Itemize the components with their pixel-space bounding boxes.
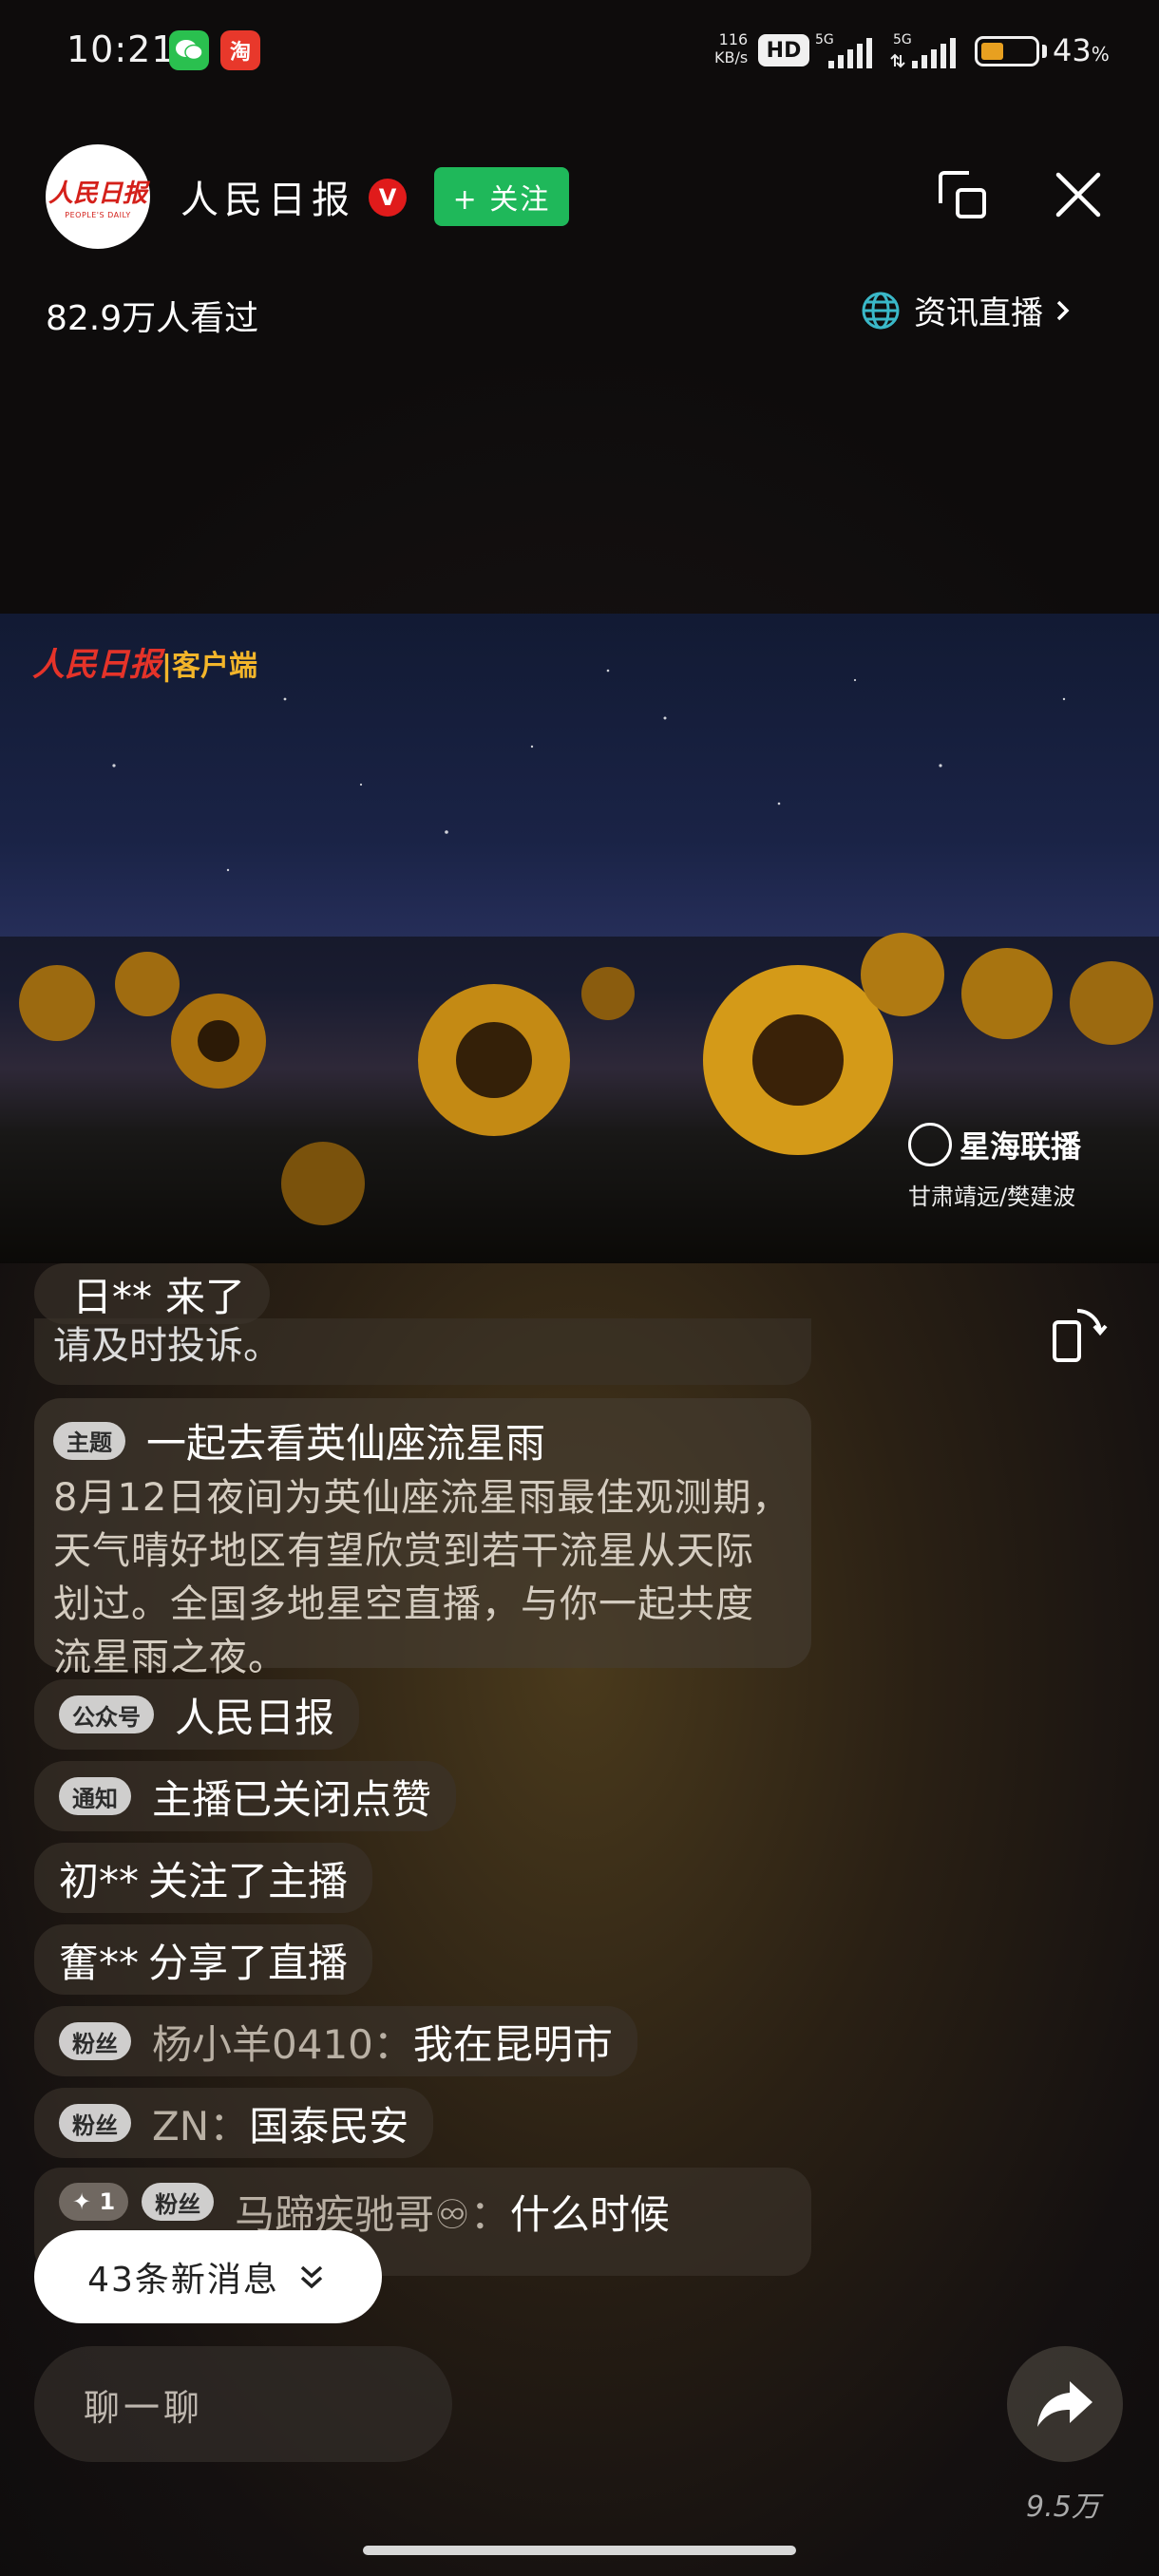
follow-button[interactable]: + 关注 xyxy=(434,167,569,226)
signal-5g-icon: 5G xyxy=(815,32,878,76)
mini-window-icon[interactable] xyxy=(931,163,994,226)
topic-tag: 主题 xyxy=(53,1421,125,1460)
battery-tip xyxy=(1042,45,1047,58)
status-bar: 10:21 淘 116 KB/s HD 5G 5G 43% xyxy=(0,0,1159,104)
viewer-count: 82.9万人看过 xyxy=(46,299,259,338)
svg-text:5G: 5G xyxy=(893,32,912,47)
topic-card: 主题 一起去看英仙座流星雨 8月12日夜间为英仙座流星雨最佳观测期，天气晴好地区… xyxy=(34,1398,811,1679)
level-badge: ✦ 1 xyxy=(59,2183,129,2221)
taobao-icon: 淘 xyxy=(220,30,260,70)
chat-message: 通知 主播已关闭点赞 xyxy=(34,1761,457,1831)
watermark-credit: 甘肃靖远/樊建波 xyxy=(908,1184,1076,1210)
fan-tag: 粉丝 xyxy=(142,2183,215,2221)
xinghai-logo-icon xyxy=(908,1123,952,1166)
verified-badge: V xyxy=(369,179,407,217)
chat-message: 奮** 分享了直播 xyxy=(34,1924,373,1995)
topic-title: 一起去看英仙座流星雨 xyxy=(146,1420,546,1467)
wechat-icon xyxy=(169,30,209,70)
notice-tag: 通知 xyxy=(59,1777,131,1815)
battery-icon xyxy=(975,36,1039,66)
official-account-tag: 公众号 xyxy=(59,1695,154,1733)
chat-input[interactable]: 聊一聊 xyxy=(34,2346,452,2462)
hd-badge: HD xyxy=(758,34,809,66)
channel-link[interactable]: 资讯直播 xyxy=(861,287,1075,333)
chat-message: 初** 关注了主播 xyxy=(34,1843,373,1913)
battery-percent: 43% xyxy=(1053,32,1110,68)
rotate-screen-icon[interactable] xyxy=(1049,1301,1108,1364)
close-icon[interactable] xyxy=(1047,163,1110,226)
chevron-right-icon xyxy=(1056,300,1070,320)
avatar-subtitle: PEOPLE'S DAILY xyxy=(65,211,131,219)
avatar-logo: 人民日报 xyxy=(48,180,147,208)
channel-label: 资讯直播 xyxy=(914,294,1043,332)
host-avatar[interactable]: 人民日报 PEOPLE'S DAILY xyxy=(46,144,150,249)
new-messages-button[interactable]: 43条新消息 xyxy=(34,2230,382,2323)
net-speed: 116 KB/s xyxy=(714,30,749,66)
chat-clipped-message: 请及时投诉。 xyxy=(34,1318,811,1385)
fan-tag: 粉丝 xyxy=(59,2104,131,2142)
signal-5g-icon-2: 5G xyxy=(889,32,961,76)
host-name[interactable]: 人民日报 xyxy=(180,169,355,224)
double-chevron-down-icon xyxy=(300,2265,323,2289)
svg-text:5G: 5G xyxy=(815,32,834,47)
share-button[interactable] xyxy=(1007,2346,1123,2462)
video-player[interactable]: 人民日报|客户端 星海联播 甘肃靖远/樊建波 xyxy=(0,614,1159,1263)
watermark-xinghai: 星海联播 xyxy=(908,1123,1081,1166)
topic-body: 8月12日夜间为英仙座流星雨最佳观测期，天气晴好地区有望欣赏到若干流星从天际划过… xyxy=(53,1476,791,1679)
chat-message: 公众号 人民日报 xyxy=(34,1679,360,1750)
chat-message: 粉丝 杨小羊0410： 我在昆明市 xyxy=(34,2006,637,2076)
home-indicator[interactable] xyxy=(363,2546,796,2555)
share-icon xyxy=(1037,2381,1092,2427)
share-count: 9.5万 xyxy=(1026,2491,1100,2524)
watermark-people-daily: 人民日报|客户端 xyxy=(32,646,257,684)
chat-message: 粉丝 ZN： 国泰民安 xyxy=(34,2088,434,2158)
globe-icon xyxy=(862,292,900,329)
chat-entry-message: 日** 来了 xyxy=(34,1263,271,1324)
fan-tag: 粉丝 xyxy=(59,2022,131,2060)
status-time: 10:21 xyxy=(66,28,176,70)
